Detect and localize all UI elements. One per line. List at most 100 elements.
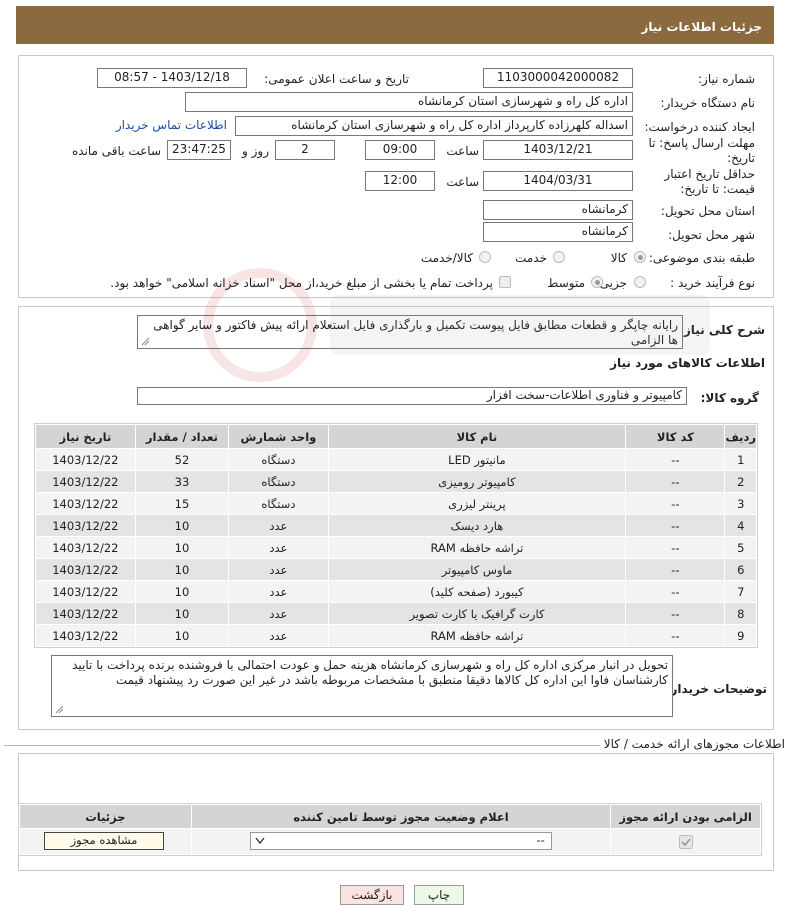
table-row: 3 -- پرینتر لیزری دستگاه 15 1403/12/22 [35, 492, 757, 515]
cell-name: پرینتر لیزری [327, 492, 627, 515]
cell-unit: عدد [228, 602, 329, 625]
permit-row: -- مشاهده مجوز [19, 828, 761, 855]
days-label: روز و [242, 144, 269, 158]
table-row: 1 -- مانیتور LED دستگاه 52 1403/12/22 [35, 448, 757, 471]
cell-row: 3 [724, 492, 757, 515]
category-both-radio[interactable] [479, 251, 491, 263]
cell-date: 1403/12/22 [35, 580, 136, 603]
cell-qty: 52 [134, 448, 230, 471]
cell-code: -- [625, 514, 726, 537]
price-time-field: 12:00 [365, 171, 435, 191]
description-text: رایانه چاپگر و قطعات مطابق فایل پیوست تک… [153, 318, 678, 347]
price-validity-label: حداقل تاریخ اعتبار قیمت: تا تاریخ: [664, 167, 755, 196]
cell-qty: 10 [134, 536, 230, 559]
days-count-field: 2 [275, 140, 335, 160]
cell-name: مانیتور LED [327, 448, 627, 471]
cell-date: 1403/12/22 [35, 536, 136, 559]
col-permit-status: اعلام وضعیت مجوز توسط تامین کننده [190, 804, 612, 829]
resize-grip-icon [55, 705, 64, 714]
buyer-notes-textarea[interactable]: تحویل در انبار مرکزی اداره کل راه و شهرس… [51, 655, 673, 717]
goods-panel: شرح کلی نیاز: رایانه چاپگر و قطعات مطابق… [18, 306, 774, 730]
announce-field: 1403/12/18 - 08:57 [97, 68, 247, 88]
remaining-time-field: 23:47:25 [167, 140, 231, 160]
cell-code: -- [625, 492, 726, 515]
cell-qty: 10 [134, 602, 230, 625]
cell-date: 1403/12/22 [35, 558, 136, 581]
buyer-notes-label: توضیحات خریدار: [665, 682, 767, 696]
goods-group-field: کامپیوتر و فناوری اطلاعات-سخت افزار [137, 387, 687, 405]
category-service-radio[interactable] [553, 251, 565, 263]
category-label: طبقه بندی موضوعی: [648, 251, 755, 265]
cell-unit: دستگاه [228, 448, 329, 471]
reply-date-field: 1403/12/21 [483, 140, 633, 160]
cell-date: 1403/12/22 [35, 624, 136, 647]
buyer-contact-link[interactable]: اطلاعات تماس خریدار [116, 118, 227, 132]
permits-divider [4, 745, 600, 746]
province-field: کرمانشاه [483, 200, 633, 220]
table-row: 6 -- ماوس کامپیوتر عدد 10 1403/12/22 [35, 558, 757, 581]
category-goods-radio[interactable] [634, 251, 646, 263]
cell-unit: دستگاه [228, 470, 329, 493]
reply-time-field: 09:00 [365, 140, 435, 160]
cell-code: -- [625, 536, 726, 559]
cell-row: 4 [724, 514, 757, 537]
col-code: کد کالا [625, 424, 726, 449]
creator-field: اسداله کلهرزاده کارپرداز اداره کل راه و … [235, 116, 633, 136]
category-both-label: کالا/خدمت [420, 251, 473, 265]
cell-date: 1403/12/22 [35, 492, 136, 515]
need-number-label: شماره نیاز: [698, 72, 755, 86]
col-date: تاریخ نیاز [35, 424, 136, 449]
cell-code: -- [625, 580, 726, 603]
table-row: 9 -- تراشه حافظه RAM عدد 10 1403/12/22 [35, 624, 757, 647]
cell-row: 6 [724, 558, 757, 581]
goods-table: ردیف کد کالا نام کالا واحد شمارش تعداد /… [34, 423, 758, 648]
permits-title: اطلاعات مجوزهای ارائه خدمت / کالا [603, 737, 785, 751]
buyer-org-field: اداره کل راه و شهرسازی استان کرمانشاه [185, 92, 633, 112]
cell-qty: 10 [134, 580, 230, 603]
price-time-label: ساعت [446, 175, 479, 189]
table-row: 7 -- کیبورد (صفحه کلید) عدد 10 1403/12/22 [35, 580, 757, 603]
permits-table-header: الزامی بودن ارائه مجوز اعلام وضعیت مجوز … [19, 804, 761, 829]
col-permit-details: جزئیات [19, 804, 192, 829]
cell-date: 1403/12/22 [35, 514, 136, 537]
reply-deadline-label: مهلت ارسال پاسخ: تا تاریخ: [648, 136, 755, 165]
description-textarea[interactable]: رایانه چاپگر و قطعات مطابق فایل پیوست تک… [137, 315, 683, 349]
cell-name: تراشه حافظه RAM [327, 536, 627, 559]
view-permit-button[interactable]: مشاهده مجوز [44, 832, 164, 850]
process-minor-radio[interactable] [634, 276, 646, 288]
cell-date: 1403/12/22 [35, 602, 136, 625]
process-minor-label: جزیی [599, 276, 627, 290]
cell-name: کارت گرافیک یا کارت تصویر [327, 602, 627, 625]
table-row: 4 -- هارد دیسک عدد 10 1403/12/22 [35, 514, 757, 537]
permit-status-select[interactable]: -- [249, 832, 552, 850]
table-row: 5 -- تراشه حافظه RAM عدد 10 1403/12/22 [35, 536, 757, 559]
cell-row: 2 [724, 470, 757, 493]
print-button[interactable]: چاپ [414, 885, 464, 905]
permit-status-value: -- [536, 833, 545, 847]
cell-date: 1403/12/22 [35, 470, 136, 493]
need-number-field: 1103000042000082 [483, 68, 633, 88]
col-unit: واحد شمارش [228, 424, 329, 449]
province-label: استان محل تحویل: [660, 204, 755, 218]
treasury-payment-note: پرداخت تمام یا بخشی از مبلغ خرید،از محل … [110, 276, 493, 290]
cell-row: 5 [724, 536, 757, 559]
checkbox-checked-icon [679, 835, 694, 849]
category-goods-label: کالا [610, 251, 627, 265]
cell-code: -- [625, 602, 726, 625]
process-medium-radio[interactable] [591, 276, 603, 288]
treasury-payment-checkbox[interactable] [499, 276, 511, 288]
cell-unit: عدد [228, 558, 329, 581]
creator-label: ایجاد کننده درخواست: [644, 120, 755, 134]
col-name: نام کالا [327, 424, 627, 449]
city-field: کرمانشاه [483, 222, 633, 242]
cell-unit: عدد [228, 514, 329, 537]
back-button[interactable]: بازگشت [340, 885, 404, 905]
process-label: نوع فرآیند خرید : [670, 276, 755, 290]
cell-name: ماوس کامپیوتر [327, 558, 627, 581]
col-qty: تعداد / مقدار [134, 424, 230, 449]
chevron-down-icon [255, 837, 265, 845]
cell-row: 8 [724, 602, 757, 625]
cell-unit: عدد [228, 580, 329, 603]
permits-table: الزامی بودن ارائه مجوز اعلام وضعیت مجوز … [18, 803, 762, 856]
cell-code: -- [625, 470, 726, 493]
